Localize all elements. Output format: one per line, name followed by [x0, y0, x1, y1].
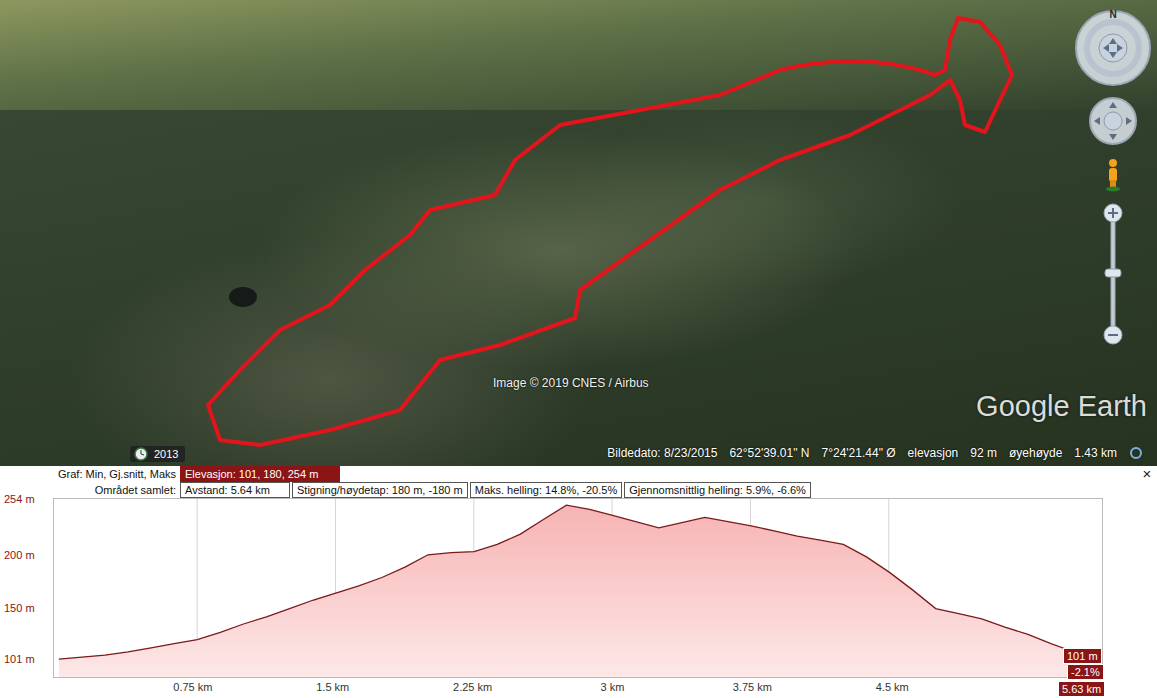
y-tick: 150 m	[4, 602, 35, 614]
close-button[interactable]: ×	[1137, 466, 1157, 482]
elevation-line	[59, 505, 1097, 659]
y-tick: 254 m	[4, 493, 35, 505]
elevation-value: 92 m	[970, 446, 997, 460]
map-lake	[229, 287, 257, 307]
x-tick: 2.25 km	[448, 681, 498, 693]
zoom-slider[interactable]	[1102, 203, 1124, 348]
pegman-icon[interactable]	[1104, 158, 1122, 192]
y-tick: 200 m	[4, 549, 35, 561]
google-earth-window: N Image © 2019 CNES / Airbus Google Earth 2…	[0, 0, 1157, 698]
stat-box: Gjennomsnittlig helling: 5.9%, -6.6%	[624, 482, 811, 498]
elevation-chart[interactable]: 254 m200 m150 m101 m101 m-2.1%	[0, 498, 1157, 678]
satellite-map[interactable]: N Image © 2019 CNES / Airbus Google Earth 2…	[0, 0, 1157, 466]
x-tick: 3.75 km	[727, 681, 777, 693]
compass-icon[interactable]: N	[1073, 8, 1153, 88]
area-row: Området samlet:Avstand: 5.64 kmStigning/…	[0, 482, 1157, 498]
end-distance-marker: 5.63 km	[1058, 681, 1105, 697]
image-attribution: Image © 2019 CNES / Airbus	[493, 376, 649, 390]
stat-box: Stigning/høydetap: 180 m, -180 m	[292, 482, 468, 498]
elevation-label: elevasjon	[908, 446, 959, 460]
longitude: 7°24'21.44" Ø	[821, 446, 895, 460]
eye-altitude-value: 1.43 km	[1074, 446, 1117, 460]
graph-row: Graf: Min, Gj.snitt, MaksElevasjon: 101,…	[0, 466, 1157, 482]
x-tick: 3 km	[588, 681, 638, 693]
loading-ring-icon	[1129, 446, 1143, 460]
x-tick: 4.5 km	[867, 681, 917, 693]
stat-box: Maks. helling: 14.8%, -20.5%	[470, 482, 622, 498]
x-tick: 0.75 km	[168, 681, 218, 693]
map-status-bar: Bildedato: 8/23/2015 62°52'39.01" N 7°24'2…	[607, 446, 1143, 460]
y-tick: 101 m	[4, 653, 35, 665]
compass-north: N	[1109, 9, 1116, 20]
plot-area[interactable]	[53, 498, 1103, 678]
elevation-area	[59, 505, 1097, 677]
map-fields	[0, 0, 1157, 110]
clock-icon	[134, 447, 148, 461]
elevation-profile-panel: Graf: Min, Gj.snitt, MaksElevasjon: 101,…	[0, 466, 1157, 698]
y-axis: 254 m200 m150 m101 m	[0, 498, 53, 678]
end-slope-marker: -2.1%	[1067, 664, 1104, 680]
image-date: Bildedato: 8/23/2015	[607, 446, 717, 460]
latitude: 62°52'39.01" N	[729, 446, 809, 460]
timeline-year: 2013	[151, 448, 181, 460]
graph-label: Graf: Min, Gj.snitt, Maks	[4, 466, 178, 482]
stat-box: Avstand: 5.64 km	[180, 482, 290, 498]
end-elevation-marker: 101 m	[1063, 648, 1102, 664]
timeline-button[interactable]: 2013	[130, 446, 185, 462]
x-tick: 1.5 km	[308, 681, 358, 693]
google-earth-logo: Google Earth	[976, 390, 1147, 423]
eye-altitude-label: øyehøyde	[1009, 446, 1062, 460]
x-axis: 0.75 km 1.5 km 2.25 km 3 km 3.75 km 4.5 km 5.6…	[0, 678, 1157, 698]
pan-control-icon[interactable]	[1088, 96, 1138, 146]
elevation-summary[interactable]: Elevasjon: 101, 180, 254 m	[180, 466, 340, 482]
